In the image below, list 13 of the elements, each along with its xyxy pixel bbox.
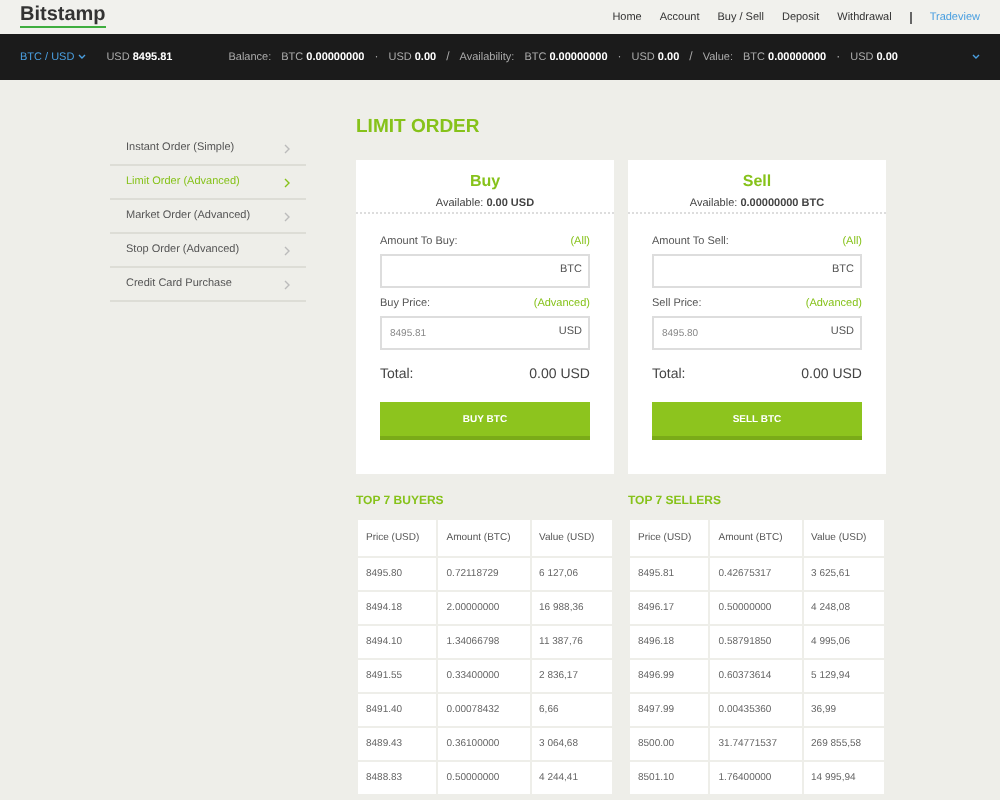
input-field[interactable] bbox=[652, 254, 862, 288]
caret-icon[interactable] bbox=[972, 54, 980, 60]
logo-text[interactable]: Bitstamp bbox=[20, 6, 106, 28]
chevron-icon bbox=[284, 177, 290, 187]
page-title: LIMIT ORDER bbox=[356, 114, 482, 142]
chevron-icon bbox=[284, 143, 290, 153]
chevron-icon bbox=[284, 279, 290, 289]
chevron-icon bbox=[284, 211, 290, 221]
input-field[interactable] bbox=[380, 254, 590, 288]
chevron-icon bbox=[284, 245, 290, 255]
card-title: Buy bbox=[469, 172, 501, 190]
caret-icon bbox=[78, 54, 87, 60]
card-title: Sell bbox=[742, 172, 772, 190]
